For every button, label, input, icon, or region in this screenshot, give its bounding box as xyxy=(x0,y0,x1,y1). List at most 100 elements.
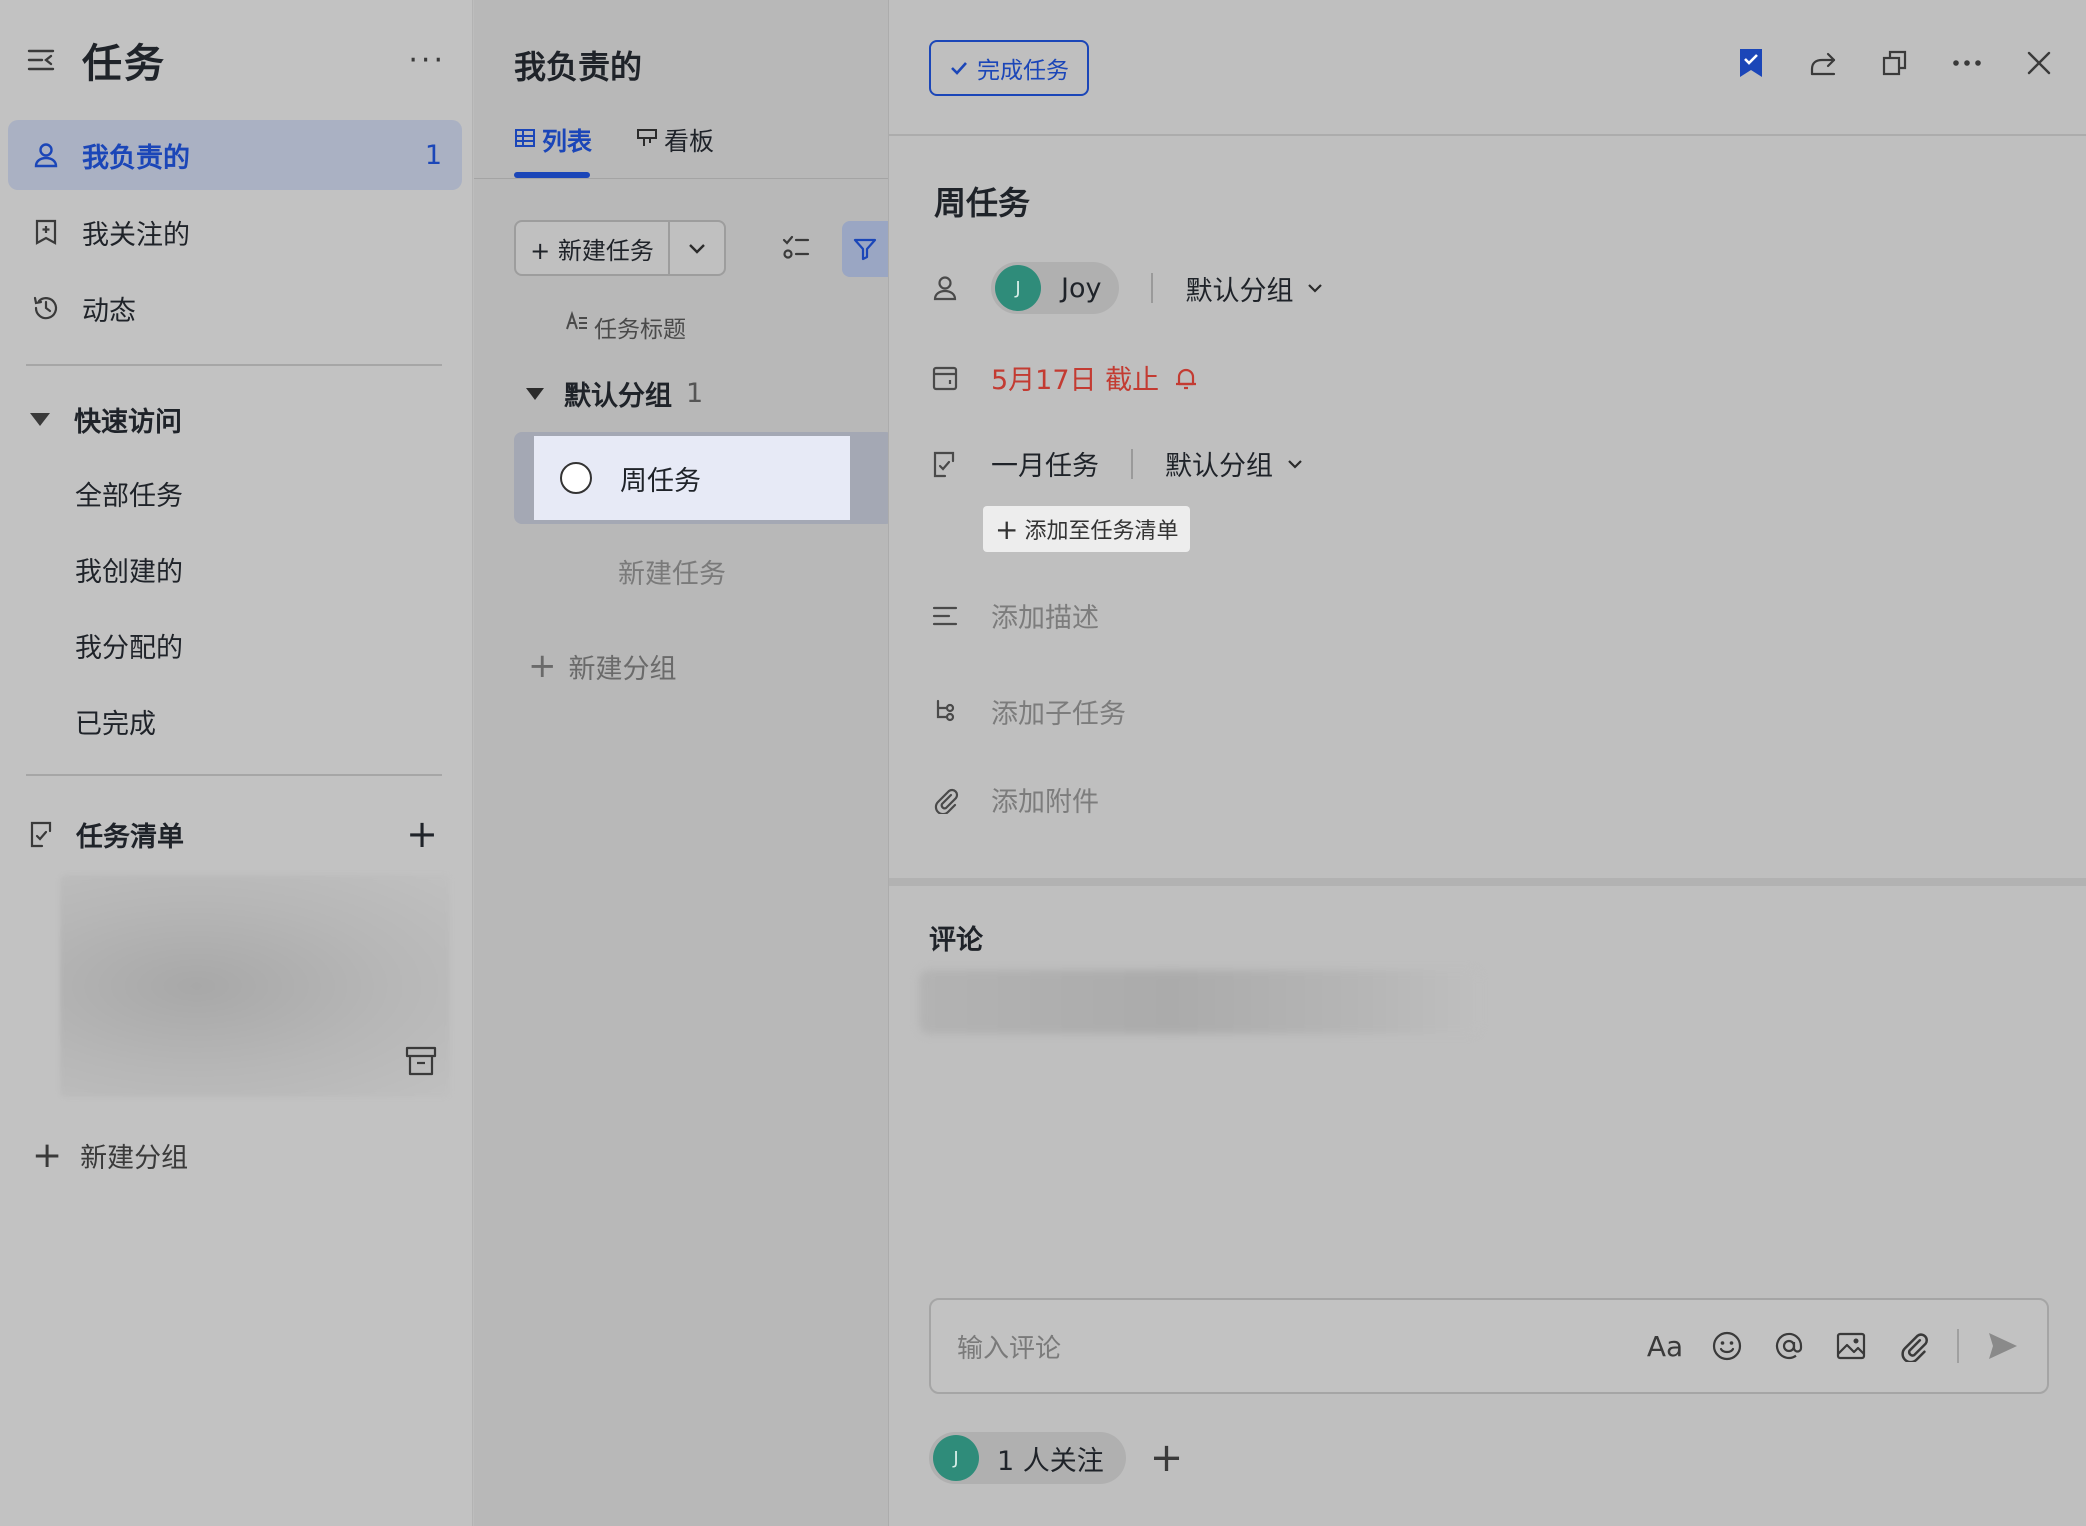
bell-icon xyxy=(1176,368,1197,389)
view-tabs: 列表 看板 xyxy=(514,122,714,158)
calendar-icon xyxy=(929,362,961,394)
followers-label: 1 人关注 xyxy=(997,1445,1104,1477)
assignee-name: Joy xyxy=(1061,272,1102,304)
collapse-sidebar-icon[interactable] xyxy=(26,45,56,75)
nav-item-count: 1 xyxy=(424,139,442,171)
sidebar-header: 任务 ··· xyxy=(26,30,446,90)
mention-icon[interactable] xyxy=(1771,1328,1807,1364)
quick-access-completed[interactable]: 已完成 xyxy=(75,702,156,741)
add-description-field[interactable]: 添加描述 xyxy=(929,596,1099,635)
column-header-title: 任务标题 xyxy=(566,310,686,344)
subtask-icon xyxy=(929,696,961,728)
send-icon[interactable] xyxy=(1985,1328,2021,1364)
new-task-dropdown[interactable] xyxy=(670,222,724,274)
chevron-down-icon xyxy=(1308,284,1323,293)
due-date: 5月17日 截止 xyxy=(991,358,1199,397)
text-format-icon xyxy=(566,310,588,344)
plus-icon: + xyxy=(528,646,557,686)
quick-access-header[interactable]: 快速访问 xyxy=(30,400,182,439)
task-title-heading[interactable]: 周任务 xyxy=(934,178,1030,224)
new-task-inline-link[interactable]: 新建任务 xyxy=(618,552,726,591)
task-lists-header: 任务清单 + xyxy=(28,812,438,856)
triangle-down-icon xyxy=(30,413,50,426)
kanban-icon xyxy=(636,126,658,155)
add-follower-button[interactable]: + xyxy=(1150,1435,1184,1481)
assignee-chip[interactable]: J Joy xyxy=(991,262,1120,314)
image-icon[interactable] xyxy=(1833,1328,1869,1364)
new-task-split-button: + 新建任务 xyxy=(514,220,726,276)
due-date-field[interactable]: 5月17日 截止 xyxy=(929,358,1199,397)
task-list-icon xyxy=(28,818,60,850)
close-icon[interactable] xyxy=(2022,46,2056,80)
sidebar: 任务 ··· 我负责的 1 我关注的 动态 快速访问 全部任务 我创建的 我分配… xyxy=(0,0,473,1526)
add-attachment-label: 添加附件 xyxy=(991,787,1099,818)
task-lists-title: 任务清单 xyxy=(76,821,184,853)
complete-task-label: 完成任务 xyxy=(977,58,1069,84)
emoji-icon[interactable] xyxy=(1709,1328,1745,1364)
quick-access-created-by-me[interactable]: 我创建的 xyxy=(75,550,183,589)
divider xyxy=(26,774,442,776)
more-options-icon[interactable] xyxy=(1950,46,1984,80)
nav-item-label: 我关注的 xyxy=(82,219,190,251)
divider xyxy=(889,878,2086,886)
new-group-button[interactable]: + 新建分组 xyxy=(528,646,677,686)
chevron-down-icon xyxy=(1288,459,1302,469)
archive-icon[interactable] xyxy=(404,1044,438,1078)
task-list-name[interactable]: 一月任务 xyxy=(991,444,1099,483)
quick-access-all-tasks[interactable]: 全部任务 xyxy=(75,474,183,513)
followers-chip[interactable]: J 1 人关注 xyxy=(929,1432,1126,1484)
divider xyxy=(26,364,442,366)
add-subtask-field[interactable]: 添加子任务 xyxy=(929,692,1126,731)
checklist-filter-icon[interactable] xyxy=(780,232,812,264)
group-count: 1 xyxy=(686,378,704,409)
person-icon xyxy=(30,139,62,171)
tab-label: 看板 xyxy=(664,127,715,156)
more-options-icon[interactable]: ··· xyxy=(408,43,446,78)
comment-toolbar: Aa xyxy=(1647,1328,2021,1364)
add-attachment-field[interactable]: 添加附件 xyxy=(929,780,1099,819)
divider xyxy=(889,134,2086,136)
text-format-icon[interactable]: Aa xyxy=(1647,1328,1683,1364)
quick-access-assigned-by-me[interactable]: 我分配的 xyxy=(75,626,183,665)
group-select-value: 默认分组 xyxy=(1165,451,1273,482)
complete-task-checkbox[interactable] xyxy=(560,462,592,494)
comment-input[interactable]: 输入评论 Aa xyxy=(929,1298,2049,1394)
plus-icon: + xyxy=(995,512,1019,546)
add-task-list-button[interactable]: + xyxy=(406,812,438,856)
tab-list[interactable]: 列表 xyxy=(514,122,592,158)
bookmark-check-icon[interactable] xyxy=(1734,46,1768,80)
filter-icon xyxy=(853,238,877,261)
add-to-task-list-button[interactable]: + 添加至任务清单 xyxy=(983,506,1191,552)
nav-item-label: 动态 xyxy=(82,295,136,327)
column-header-label: 任务标题 xyxy=(594,317,686,343)
followers-row: J 1 人关注 + xyxy=(929,1432,1183,1484)
avatar: J xyxy=(995,265,1041,311)
new-group-button[interactable]: + 新建分组 xyxy=(32,1135,188,1176)
nav-item-following[interactable]: 我关注的 xyxy=(8,197,462,267)
nav-item-assigned-to-me[interactable]: 我负责的 1 xyxy=(8,120,462,190)
nav-item-activity[interactable]: 动态 xyxy=(8,273,462,343)
group-select[interactable]: 默认分组 xyxy=(1185,269,1325,308)
avatar: J xyxy=(933,1435,979,1481)
app-title: 任务 xyxy=(82,41,166,87)
new-task-button[interactable]: + 新建任务 xyxy=(516,222,670,274)
paperclip-icon[interactable] xyxy=(1895,1328,1931,1364)
group-header-default[interactable]: 默认分组 1 xyxy=(526,374,703,413)
tab-label: 列表 xyxy=(542,127,593,156)
complete-task-button[interactable]: 完成任务 xyxy=(929,40,1089,96)
share-icon[interactable] xyxy=(1806,46,1840,80)
quick-access-title: 快速访问 xyxy=(74,407,182,438)
assignee-field: J Joy 默认分组 xyxy=(929,262,1325,314)
add-subtask-label: 添加子任务 xyxy=(991,699,1126,730)
task-detail-pane: 完成任务 周任务 J Joy 默认分组 5月17日 截止 一月任务 默认分组 +… xyxy=(888,0,2086,1526)
tab-board[interactable]: 看板 xyxy=(636,122,714,158)
task-title: 周任务 xyxy=(620,465,701,497)
detail-toolbar xyxy=(1734,46,2056,80)
group-select-value: 默认分组 xyxy=(1185,275,1294,307)
task-row[interactable]: 周任务 xyxy=(534,436,850,520)
copy-icon[interactable] xyxy=(1878,46,1912,80)
nav-item-label: 我负责的 xyxy=(82,142,190,174)
task-list-group-select[interactable]: 默认分组 xyxy=(1165,444,1305,483)
add-description-label: 添加描述 xyxy=(991,603,1099,634)
comments-title: 评论 xyxy=(929,925,983,956)
